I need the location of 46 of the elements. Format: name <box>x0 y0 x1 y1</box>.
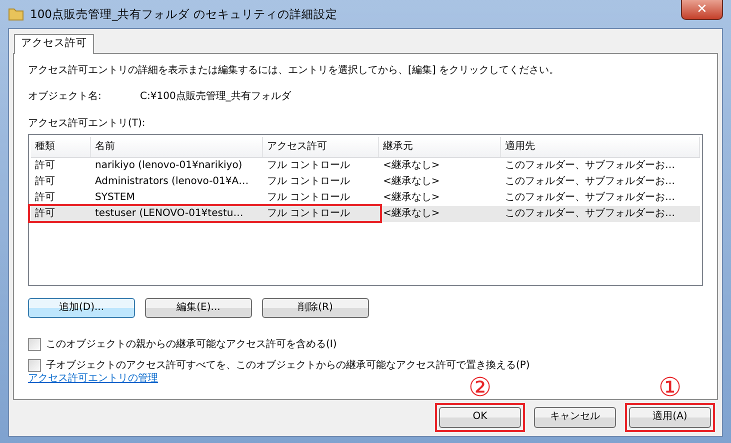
table-cell-text: フル コントロール <box>266 159 352 172</box>
table-cell-text: <継承なし> <box>382 175 441 188</box>
object-name-value: C:¥100点販売管理_共有フォルダ <box>140 90 291 103</box>
column-header[interactable]: 適用先 <box>501 136 700 157</box>
selected-row[interactable]: 許可 testuser (LENOVO-01¥testu… フル コントロール <継承なし> このフォルダー、サブフォルダーお… <box>31 206 700 222</box>
checkbox[interactable] <box>28 338 41 351</box>
table-cell-text: 許可 <box>34 207 56 220</box>
step-number: ① <box>658 374 682 401</box>
table-cell-text: フル コントロール <box>266 207 352 220</box>
table-cell-text: narikiyo (lenovo-01¥narikiyo) <box>94 159 244 172</box>
table-cell-text: testuser (LENOVO-01¥testu… <box>94 207 244 220</box>
checkbox-label: このオブジェクトの親からの継承可能なアクセス許可を含める(I) <box>46 338 337 351</box>
entries-label: アクセス許可エントリ(T): <box>28 116 146 130</box>
column-header[interactable]: 種類 <box>31 136 91 157</box>
table-cell-text: フル コントロール <box>266 175 352 188</box>
table-cell-text: このフォルダー、サブフォルダーお… <box>504 159 676 172</box>
column-header[interactable]: 継承元 <box>379 136 501 157</box>
table-cell-text: SYSTEM <box>94 191 136 204</box>
dialog-button[interactable]: キャンセル <box>534 406 616 428</box>
manage-entries-link[interactable]: アクセス許可エントリの管理 <box>28 372 158 385</box>
table-cell-text: 許可 <box>34 159 56 172</box>
entry-button[interactable]: 追加(D)... <box>28 298 135 318</box>
instruction-text: アクセス許可エントリの詳細を表示または編集するには、エントリを選択してから、[編集] をクリックしてください。 <box>28 64 560 77</box>
window-title: 100点販売管理_共有フォルダ のセキュリティの詳細設定 <box>30 6 338 22</box>
table-cell-text: フル コントロール <box>266 191 352 204</box>
folder-icon <box>8 7 24 21</box>
tab[interactable]: アクセス許可 <box>14 34 94 54</box>
checkbox[interactable] <box>28 358 41 372</box>
checkbox-label: 子オブジェクトのアクセス許可すべてを、このオブジェクトからの継承可能なアクセス許可で置き換える(P) <box>46 358 530 372</box>
column-header[interactable]: アクセス許可 <box>263 136 379 157</box>
table-cell-text: このフォルダー、サブフォルダーお… <box>504 175 676 188</box>
entry-button[interactable]: 編集(E)... <box>145 298 252 318</box>
table-cell-text: 許可 <box>34 191 56 204</box>
table-cell-text: このフォルダー、サブフォルダーお… <box>504 207 676 220</box>
entry-button[interactable]: 削除(R) <box>262 298 369 318</box>
column-header[interactable]: 名前 <box>91 136 263 157</box>
table-cell-text: このフォルダー、サブフォルダーお… <box>504 191 676 204</box>
table-cell-text: 許可 <box>34 175 56 188</box>
object-name-label: オブジェクト名: <box>28 90 102 103</box>
step-number: ② <box>468 374 492 401</box>
table-cell-text: <継承なし> <box>382 159 441 172</box>
table-cell-text: Administrators (lenovo-01¥A… <box>94 175 250 188</box>
table-cell-text: <継承なし> <box>382 191 441 204</box>
dialog-button[interactable]: 適用(A) <box>629 406 711 428</box>
dialog-button[interactable]: OK <box>439 406 521 428</box>
table-cell-text: <継承なし> <box>382 207 441 220</box>
